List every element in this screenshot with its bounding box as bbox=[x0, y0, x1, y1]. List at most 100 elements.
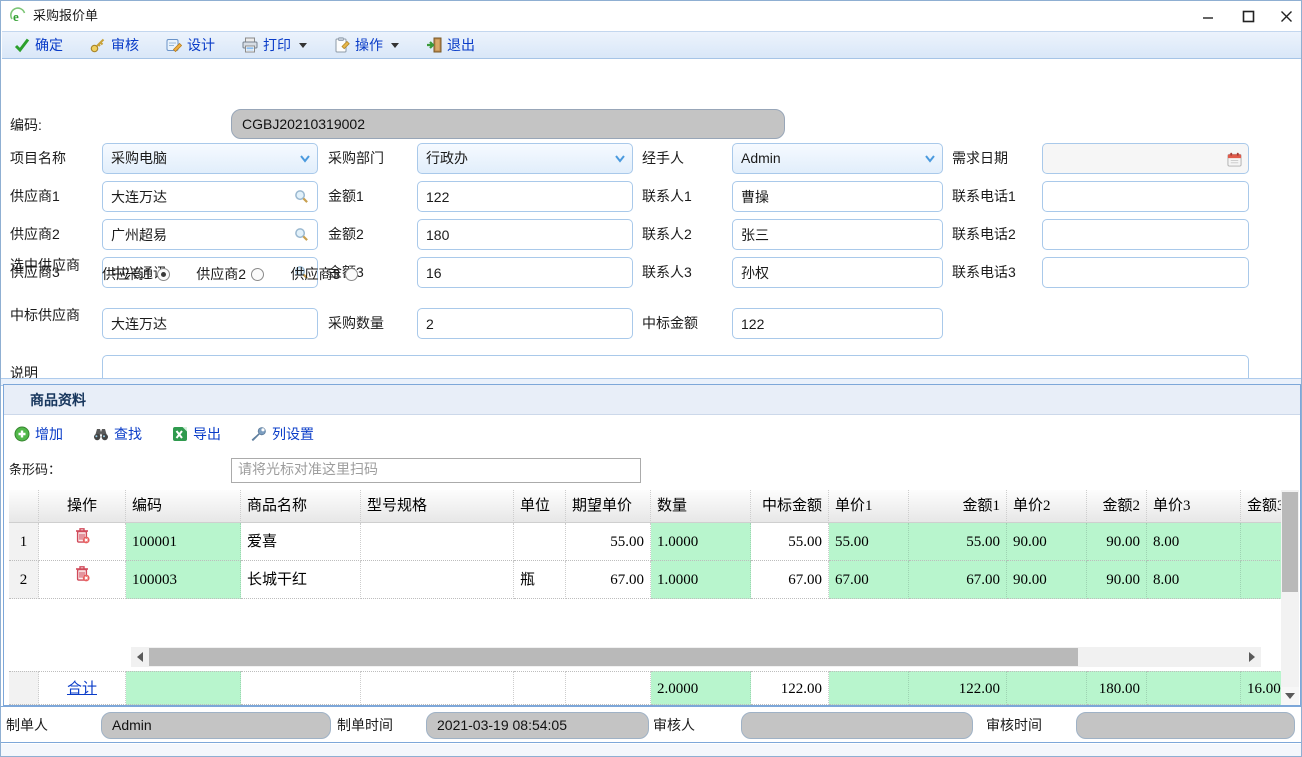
cell-price2[interactable]: 90.00 bbox=[1007, 561, 1087, 599]
audit-button[interactable]: 审核 bbox=[90, 35, 139, 55]
chevron-down-icon[interactable] bbox=[299, 154, 311, 163]
cell-expected: 55.00 bbox=[566, 523, 651, 561]
col-header-win-amount[interactable]: 中标金额 bbox=[751, 490, 829, 523]
total-link[interactable]: 合计 bbox=[67, 681, 97, 697]
contact1-input[interactable] bbox=[732, 181, 943, 212]
cell-price3[interactable]: 8.00 bbox=[1147, 561, 1241, 599]
radio-supplier3[interactable] bbox=[345, 268, 358, 281]
print-dropdown-arrow-icon[interactable] bbox=[299, 43, 307, 48]
col-header-name[interactable]: 商品名称 bbox=[241, 490, 361, 523]
cell-qty[interactable]: 1.0000 bbox=[651, 561, 751, 599]
cell-amount2[interactable]: 90.00 bbox=[1087, 523, 1147, 561]
confirm-button[interactable]: 确定 bbox=[14, 35, 63, 55]
radio-supplier1[interactable] bbox=[157, 268, 170, 281]
chevron-down-icon[interactable] bbox=[924, 154, 936, 163]
need-date-field[interactable] bbox=[1042, 143, 1249, 174]
cell-amount2[interactable]: 90.00 bbox=[1087, 561, 1147, 599]
close-button[interactable] bbox=[1271, 5, 1301, 27]
trash-icon[interactable] bbox=[74, 561, 91, 598]
calendar-icon[interactable] bbox=[1227, 152, 1242, 167]
department-combo[interactable]: 行政办 bbox=[417, 143, 633, 174]
amount3-input[interactable] bbox=[417, 257, 633, 288]
action-dropdown-arrow-icon[interactable] bbox=[391, 43, 399, 48]
radio-supplier2[interactable] bbox=[251, 268, 264, 281]
grid-horizontal-scrollbar[interactable] bbox=[131, 647, 1261, 667]
minimize-button[interactable] bbox=[1193, 5, 1223, 27]
grid-vscrollbar-thumb[interactable] bbox=[1282, 492, 1298, 592]
total-qty: 2.0000 bbox=[651, 671, 751, 705]
col-header-unit[interactable]: 单位 bbox=[514, 490, 566, 523]
cell-price2[interactable]: 90.00 bbox=[1007, 523, 1087, 561]
purchase-qty-input[interactable] bbox=[417, 308, 633, 339]
supplier1-input[interactable] bbox=[102, 181, 318, 212]
cell-amount1[interactable]: 67.00 bbox=[909, 561, 1007, 599]
phone3-input[interactable] bbox=[1042, 257, 1249, 288]
winner-supplier-input[interactable] bbox=[102, 308, 318, 339]
column-settings-button[interactable]: 列设置 bbox=[251, 424, 314, 444]
export-button[interactable]: 导出 bbox=[172, 424, 221, 444]
product-panel-title: 商品资料 bbox=[30, 392, 86, 408]
grid-hscrollbar-thumb[interactable] bbox=[149, 648, 1078, 666]
find-button[interactable]: 查找 bbox=[93, 424, 142, 444]
print-button[interactable]: 打印 bbox=[242, 35, 307, 55]
note-input[interactable] bbox=[102, 355, 1249, 378]
radio-option-supplier1[interactable]: 供应商1 bbox=[102, 266, 170, 282]
magnifier-icon[interactable] bbox=[294, 227, 309, 242]
radio-option-supplier3[interactable]: 供应商3 bbox=[291, 266, 359, 282]
project-combo[interactable]: 采购电脑 bbox=[102, 143, 318, 174]
cell-price1[interactable]: 67.00 bbox=[829, 561, 909, 599]
phone2-input[interactable] bbox=[1042, 219, 1249, 250]
contact3-input[interactable] bbox=[732, 257, 943, 288]
row-number: 1 bbox=[9, 523, 39, 561]
maker-field: Admin bbox=[101, 712, 331, 739]
col-header-amount1[interactable]: 金额1 bbox=[909, 490, 1007, 523]
grid-scroll-right-button[interactable] bbox=[1243, 648, 1261, 666]
cell-code[interactable]: 100001 bbox=[126, 523, 241, 561]
contact2-input[interactable] bbox=[732, 219, 943, 250]
col-header-spec[interactable]: 型号规格 bbox=[361, 490, 514, 523]
plus-circle-icon bbox=[14, 426, 30, 442]
chevron-down-icon[interactable] bbox=[614, 154, 626, 163]
col-header-amount2[interactable]: 金额2 bbox=[1087, 490, 1147, 523]
col-header-price2[interactable]: 单价2 bbox=[1007, 490, 1087, 523]
auditor-field bbox=[741, 712, 973, 739]
exit-door-icon bbox=[426, 37, 442, 53]
exit-button[interactable]: 退出 bbox=[426, 35, 475, 55]
add-row-button[interactable]: 增加 bbox=[14, 424, 63, 444]
col-header-expected[interactable]: 期望单价 bbox=[566, 490, 651, 523]
col-header-price3[interactable]: 单价3 bbox=[1147, 490, 1241, 523]
trash-icon[interactable] bbox=[74, 523, 91, 560]
total-win-amount: 122.00 bbox=[751, 671, 829, 705]
grid-scroll-left-button[interactable] bbox=[131, 648, 149, 666]
contact3-label: 联系人3 bbox=[642, 257, 692, 288]
phone1-input[interactable] bbox=[1042, 181, 1249, 212]
radio-option-supplier2[interactable]: 供应商2 bbox=[196, 266, 264, 282]
header-corner bbox=[9, 490, 39, 523]
col-header-price1[interactable]: 单价1 bbox=[829, 490, 909, 523]
window-title: 采购报价单 bbox=[33, 1, 98, 31]
design-button[interactable]: 设计 bbox=[166, 35, 215, 55]
magnifier-icon[interactable] bbox=[294, 189, 309, 204]
col-header-code[interactable]: 编码 bbox=[126, 490, 241, 523]
cell-price3[interactable]: 8.00 bbox=[1147, 523, 1241, 561]
barcode-input[interactable] bbox=[231, 458, 641, 483]
grid-vertical-scrollbar[interactable] bbox=[1281, 490, 1299, 705]
cell-price1[interactable]: 55.00 bbox=[829, 523, 909, 561]
cell-amount3[interactable] bbox=[1241, 561, 1281, 599]
col-header-amount3[interactable]: 金额3 bbox=[1241, 490, 1281, 523]
amount1-input[interactable] bbox=[417, 181, 633, 212]
amount2-input[interactable] bbox=[417, 219, 633, 250]
maximize-button[interactable] bbox=[1233, 5, 1263, 27]
supplier2-input[interactable] bbox=[102, 219, 318, 250]
grid-scroll-down-button[interactable] bbox=[1281, 687, 1299, 705]
cell-amount1[interactable]: 55.00 bbox=[909, 523, 1007, 561]
handler-combo[interactable]: Admin bbox=[732, 143, 943, 174]
cell-amount3[interactable] bbox=[1241, 523, 1281, 561]
col-header-op[interactable]: 操作 bbox=[39, 490, 126, 523]
cell-unit: 瓶 bbox=[514, 561, 566, 599]
cell-qty[interactable]: 1.0000 bbox=[651, 523, 751, 561]
cell-code[interactable]: 100003 bbox=[126, 561, 241, 599]
win-amount-input[interactable] bbox=[732, 308, 943, 339]
col-header-qty[interactable]: 数量 bbox=[651, 490, 751, 523]
action-button[interactable]: 操作 bbox=[334, 35, 399, 55]
